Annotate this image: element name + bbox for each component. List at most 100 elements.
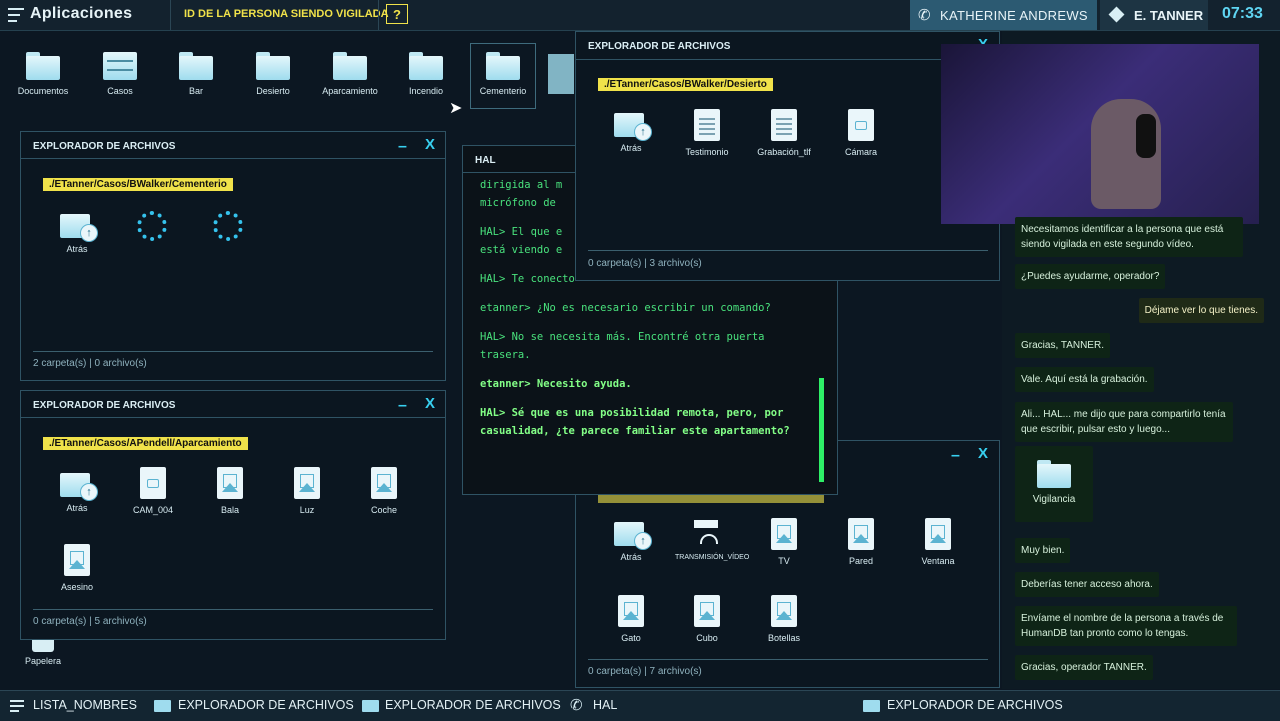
window-footer: 0 carpeta(s) | 7 archivo(s) [588,666,702,677]
document-file-icon [771,109,797,141]
file-explorer-window-aparcamiento[interactable]: EXPLORADOR DE ARCHIVOS – X ./ETanner/Cas… [20,390,446,640]
desktop-icon-label: Incendio [408,86,444,96]
file-item-back[interactable]: Atrás [45,469,109,513]
image-file-icon [848,518,874,550]
file-label: Atrás [66,503,88,513]
target-id-label[interactable]: ID DE LA PERSONA SIENDO VIGILADA [184,8,389,20]
file-item[interactable]: Bala [198,467,262,515]
minimize-icon[interactable]: – [951,447,960,465]
divider [588,250,988,251]
file-item[interactable]: TV [752,518,816,566]
desktop-icon-documentos[interactable]: Documentos [11,52,75,96]
minimize-icon[interactable]: – [398,397,407,415]
file-item[interactable]: Luz [275,467,339,515]
file-label: Luz [299,505,315,515]
file-item[interactable]: Asesino [45,544,109,592]
file-explorer-window-desierto[interactable]: EXPLORADOR DE ARCHIVOS – X ./ETanner/Cas… [575,31,1000,281]
taskbar-item-name-list[interactable]: LISTA_NOMBRES [33,698,137,712]
taskbar-item-file-explorer[interactable]: EXPLORADOR DE ARCHIVOS [385,698,561,712]
desktop-icon-desierto[interactable]: Desierto [241,52,305,96]
file-item-back[interactable]: Atrás [599,109,663,153]
divider [33,609,433,610]
path-label: ./ETanner/Casos/BWalker/Cementerio [43,178,233,191]
terminal-line: etanner> Necesito ayuda. [480,378,632,390]
desktop-icon-label: Casos [107,86,133,96]
taskbar-item-hal[interactable]: HAL [593,698,617,712]
phone-icon: ✆ [570,697,583,714]
file-item[interactable]: Coche [352,467,416,515]
divider [21,417,445,418]
file-label: CAM_004 [132,505,174,515]
file-item[interactable]: CAM_004 [121,467,185,515]
desktop-icon-bar[interactable]: Bar [164,52,228,96]
file-item[interactable]: Ventana [906,518,970,566]
close-icon[interactable]: X [425,136,435,153]
close-icon[interactable]: X [425,395,435,412]
image-file-icon [694,595,720,627]
desktop-icon-label: Bar [188,86,203,96]
apps-menu-title[interactable]: Aplicaciones [30,5,132,23]
file-item[interactable]: Grabación_tlf [752,109,816,157]
back-folder-icon [60,210,98,242]
file-item-back[interactable]: Atrás [45,210,109,254]
path-label: ./ETanner/Casos/BWalker/Desierto [598,78,773,91]
folder-icon [863,700,880,712]
close-icon[interactable]: X [978,445,988,462]
window-title: HAL [475,155,496,166]
file-label: Grabación_tlf [757,147,811,157]
file-item-back[interactable]: Atrás [599,518,663,562]
divider [21,158,445,159]
file-explorer-window-cementerio[interactable]: EXPLORADOR DE ARCHIVOS – X ./ETanner/Cas… [20,131,446,381]
terminal-line: micrófono de [480,197,556,209]
minimize-icon[interactable]: – [398,138,407,156]
desktop-icon-cementerio[interactable]: Cementerio [471,52,535,96]
file-label: TRANSMISIÓN_VÍDEO [675,554,750,561]
image-file-icon [771,595,797,627]
chat-message: Envíame el nombre de la persona a través… [1015,606,1237,646]
desktop-icon-casos[interactable]: Casos [88,52,152,96]
file-label: Coche [370,505,397,515]
file-item[interactable]: Cámara [829,109,893,157]
phone-icon: ✆ [918,7,931,24]
divider [170,0,171,30]
folder-icon [256,52,290,80]
desktop-icon-incendio[interactable]: Incendio [394,52,458,96]
file-label: Bala [220,505,239,515]
video-stream-icon [692,518,722,548]
help-button[interactable]: ? [386,4,408,24]
file-label: Atrás [66,244,88,254]
file-label: Testimonio [685,147,729,157]
file-item[interactable]: Gato [599,595,663,643]
taskbar-item-file-explorer[interactable]: EXPLORADOR DE ARCHIVOS [178,698,354,712]
file-label: TV [778,556,790,566]
desktop-icon-aparcamiento[interactable]: Aparcamiento [318,52,382,96]
file-label: Pared [848,556,874,566]
window-footer: 0 carpeta(s) | 5 archivo(s) [33,616,147,627]
file-label: Atrás [620,143,642,153]
image-file-icon [294,467,320,499]
file-item[interactable]: Cubo [675,595,739,643]
chat-shared-folder[interactable]: Vigilancia [1015,446,1093,522]
desktop-icon-papelera[interactable]: Papelera [11,636,75,666]
file-label: Botellas [767,633,801,643]
drawer-icon [103,52,137,80]
list-icon [10,700,24,712]
chat-message: ¿Puedes ayudarme, operador? [1015,264,1166,289]
loading-spinner-icon [213,211,243,241]
desktop-icon-label: Papelera [24,656,62,666]
folder-icon [548,54,574,94]
window-footer: 0 carpeta(s) | 3 archivo(s) [588,258,702,269]
file-item[interactable]: TRANSMISIÓN_VÍDEO [675,518,750,561]
divider [576,59,999,60]
file-item[interactable]: Botellas [752,595,816,643]
caller-name: KATHERINE ANDREWS [940,8,1088,23]
window-title: EXPLORADOR DE ARCHIVOS [33,141,176,152]
headphones-icon [1136,114,1156,158]
file-item[interactable]: Pared [829,518,893,566]
chat-message: Gracias, TANNER. [1015,333,1110,358]
desktop-icon-label: Documentos [17,86,69,96]
camera-file-icon [848,109,874,141]
menu-icon[interactable] [8,8,24,22]
taskbar-item-file-explorer[interactable]: EXPLORADOR DE ARCHIVOS [887,698,1063,712]
file-item[interactable]: Testimonio [675,109,739,157]
